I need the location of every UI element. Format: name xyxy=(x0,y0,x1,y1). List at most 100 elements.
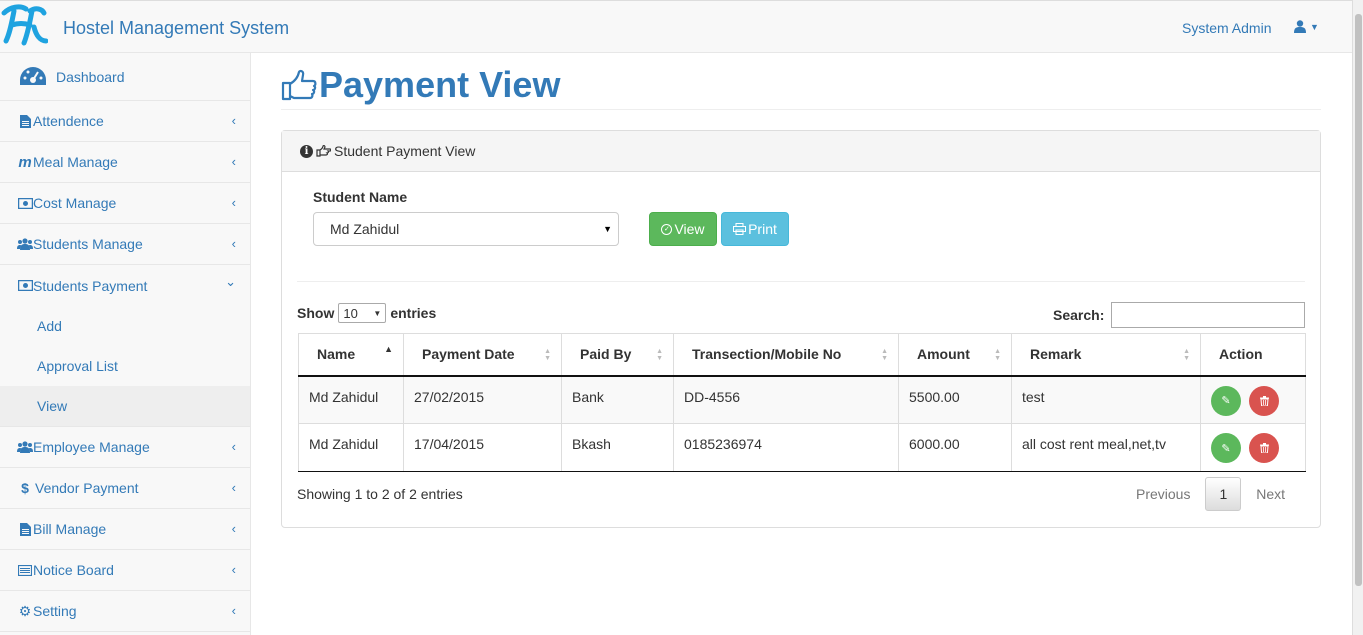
pencil-icon: ✎ xyxy=(1221,395,1231,407)
scrollbar-thumb[interactable] xyxy=(1355,14,1362,586)
app-title[interactable]: Hostel Management System xyxy=(63,18,289,39)
col-header-label: Remark xyxy=(1030,346,1082,363)
top-navbar: Hostel Management System System Admin ▼ xyxy=(0,0,1352,53)
col-header-payment-date[interactable]: Payment Date ▲ ▼ xyxy=(403,333,562,377)
sidebar-item-label: Employee Manage xyxy=(33,439,150,455)
cell-payment-date: 27/02/2015 xyxy=(403,375,562,424)
col-header-remark[interactable]: Remark ▲ ▼ xyxy=(1011,333,1201,377)
show-label: Show xyxy=(297,305,335,321)
pagination-previous[interactable]: Previous xyxy=(1121,477,1205,511)
cell-transection: DD-4556 xyxy=(673,375,899,424)
col-header-label: Payment Date xyxy=(422,346,515,363)
view-button[interactable]: ✓ View xyxy=(649,212,717,246)
info-circle-icon: i xyxy=(300,144,313,158)
chevron-left-icon: ‹ xyxy=(231,195,236,210)
money-icon xyxy=(17,197,33,209)
page-header: Payment View xyxy=(281,60,1321,110)
cell-transection: 0185236974 xyxy=(673,423,899,472)
sidebar-item-label: Bill Manage xyxy=(33,521,107,537)
sidebar-item-students-payment[interactable]: Students Payment ⌄ xyxy=(0,265,250,306)
list-icon xyxy=(17,564,33,576)
cell-remark: test xyxy=(1011,375,1201,424)
col-header-transection[interactable]: Transection/Mobile No ▲ ▼ xyxy=(673,333,899,377)
chevron-left-icon: ‹ xyxy=(231,562,236,577)
col-header-amount[interactable]: Amount ▲ ▼ xyxy=(898,333,1012,377)
sidebar-item-notice-board[interactable]: Notice Board ‹ xyxy=(0,550,250,591)
cell-amount: 5500.00 xyxy=(898,375,1012,424)
sidebar-subitem-view[interactable]: View xyxy=(0,386,250,426)
delete-button[interactable] xyxy=(1249,433,1279,463)
trash-icon xyxy=(1259,443,1269,453)
select-arrow-icon: ▼ xyxy=(373,309,382,318)
sort-icon: ▲ ▼ xyxy=(994,348,1001,362)
sidebar-item-setting[interactable]: ⚙ Setting ‹ xyxy=(0,591,250,632)
payment-table: Name ▲ Payment Date ▲ ▼ Paid By ▲ ▼ Transecti… xyxy=(298,333,1306,472)
entries-length: Show 10 ▼ entries xyxy=(297,303,436,323)
page-scrollbar[interactable] xyxy=(1352,0,1363,635)
col-header-action: Action xyxy=(1200,333,1306,377)
col-header-paid-by[interactable]: Paid By ▲ ▼ xyxy=(561,333,674,377)
sidebar-item-cost-manage[interactable]: Cost Manage ‹ xyxy=(0,183,250,224)
table-info: Showing 1 to 2 of 2 entries xyxy=(297,486,463,502)
sidebar-subitem-add[interactable]: Add xyxy=(0,306,250,346)
edit-button[interactable]: ✎ xyxy=(1211,385,1241,416)
col-header-name[interactable]: Name ▲ xyxy=(298,333,404,377)
sidebar-item-employee-manage[interactable]: Employee Manage ‹ xyxy=(0,427,250,468)
delete-button[interactable] xyxy=(1249,385,1279,416)
sidebar-subitem-approval-list[interactable]: Approval List xyxy=(0,346,250,386)
sidebar-item-label: Attendence xyxy=(33,113,104,129)
sort-icon: ▲ ▼ xyxy=(544,348,551,362)
hostel-logo[interactable] xyxy=(0,3,48,47)
trash-icon xyxy=(1259,395,1269,406)
cell-amount: 6000.00 xyxy=(898,423,1012,472)
col-header-label: Action xyxy=(1219,346,1263,363)
pagination-page-1[interactable]: 1 xyxy=(1205,477,1242,511)
table-row: Md Zahidul 27/02/2015 Bank DD-4556 5500.… xyxy=(298,375,1306,424)
page-length-select[interactable]: 10 ▼ xyxy=(338,303,387,323)
edit-button[interactable]: ✎ xyxy=(1211,433,1241,463)
file-text-icon xyxy=(17,114,33,128)
panel-title: Student Payment View xyxy=(334,143,476,159)
user-menu-toggle[interactable]: ▼ xyxy=(1294,20,1319,33)
chevron-left-icon: ‹ xyxy=(231,154,236,169)
sort-asc-icon: ▲ xyxy=(384,344,393,354)
sidebar-item-label: Setting xyxy=(33,603,77,619)
table-search: Search: xyxy=(1053,302,1306,328)
sidebar-item-bill-manage[interactable]: Bill Manage ‹ xyxy=(0,509,250,550)
search-input[interactable] xyxy=(1111,302,1306,328)
page-title: Payment View xyxy=(319,63,561,105)
cell-action: ✎ xyxy=(1200,423,1306,472)
sidebar-item-meal-manage[interactable]: m Meal Manage ‹ xyxy=(0,142,250,183)
print-button[interactable]: Print xyxy=(721,212,789,246)
thumbs-up-hand-icon xyxy=(281,69,317,100)
student-name-select[interactable]: Md Zahidul ▼ xyxy=(313,212,619,246)
file-text-icon xyxy=(17,522,33,536)
col-header-label: Name xyxy=(317,346,356,363)
sidebar-item-students-manage[interactable]: Students Manage ‹ xyxy=(0,224,250,265)
sidebar-item-attendence[interactable]: Attendence ‹ xyxy=(0,101,250,142)
chevron-left-icon: ‹ xyxy=(231,480,236,495)
sidebar-item-label: Cost Manage xyxy=(33,195,117,211)
sidebar-item-vendor-payment[interactable]: $ Vendor Payment ‹ xyxy=(0,468,250,509)
students-payment-submenu: Add Approval List View xyxy=(0,306,250,427)
sidebar-item-label: Notice Board xyxy=(33,562,114,578)
panel-heading: i Student Payment View xyxy=(282,131,1320,172)
sort-icon: ▲ ▼ xyxy=(881,348,888,362)
caret-down-icon: ▼ xyxy=(1310,21,1319,32)
sidebar-item-dashboard[interactable]: Dashboard xyxy=(0,53,250,101)
student-name-label: Student Name xyxy=(313,189,408,205)
dashboard-gauge-icon xyxy=(20,66,46,85)
pagination-next[interactable]: Next xyxy=(1241,477,1300,511)
sidebar-item-label: Students Manage xyxy=(33,236,143,252)
cell-name: Md Zahidul xyxy=(298,375,404,424)
cell-paid-by: Bkash xyxy=(561,423,674,472)
money-icon xyxy=(17,280,33,291)
chevron-left-icon: ‹ xyxy=(231,603,236,618)
pagination: Previous 1 Next xyxy=(1121,477,1300,511)
view-button-label: View xyxy=(674,221,705,237)
cell-remark: all cost rent meal,net,tv xyxy=(1011,423,1201,472)
search-label: Search: xyxy=(1053,307,1105,323)
sidebar-item-label: Meal Manage xyxy=(33,154,118,170)
user-name[interactable]: System Admin xyxy=(1182,20,1271,36)
hand-point-right-icon xyxy=(316,145,331,157)
